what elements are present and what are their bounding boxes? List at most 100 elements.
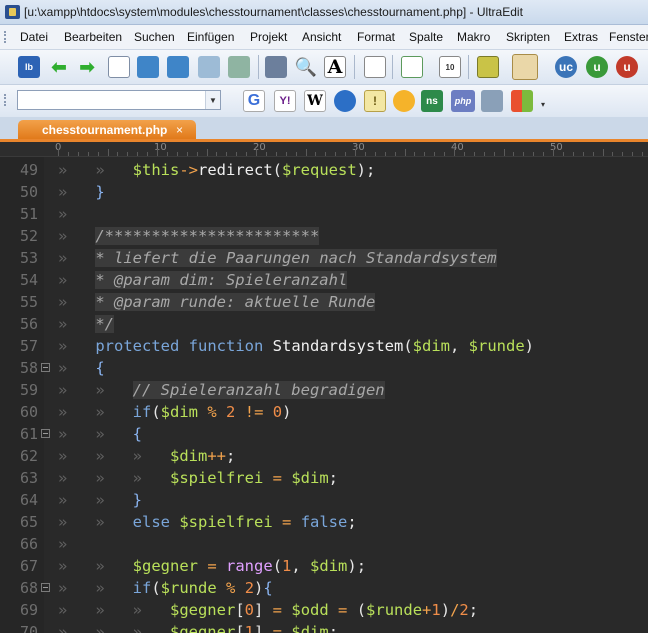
active-view-icon[interactable] <box>512 54 538 80</box>
line-number: 59 <box>19 381 38 399</box>
sun-icon[interactable] <box>393 90 415 112</box>
ruler-tick <box>503 149 505 156</box>
menu-makro[interactable]: Makro <box>457 30 490 44</box>
save-all-icon[interactable] <box>228 56 250 78</box>
google-icon[interactable]: G <box>243 90 265 112</box>
code-line[interactable]: 65 » » else $spielfrei = false; <box>0 511 648 533</box>
ruler-tick <box>295 152 297 156</box>
menu-grip-icon[interactable] <box>4 31 9 43</box>
code-line[interactable]: 66 » <box>0 533 648 555</box>
column-ruler: 0 10 20 30 40 50 <box>0 142 648 157</box>
ruler-tick <box>493 152 495 156</box>
ruler-tick <box>632 152 634 156</box>
code-line[interactable]: 55 » * @param runde: aktuelle Runde <box>0 291 648 313</box>
php-icon[interactable]: php <box>451 90 475 112</box>
code-line[interactable]: 58 » { <box>0 357 648 379</box>
code-line[interactable]: 60 » » if($dim % 2 != 0) <box>0 401 648 423</box>
code-line[interactable]: 70 » » » $gegner[1] = $dim; <box>0 621 648 633</box>
menu-spalte[interactable]: Spalte <box>409 30 443 44</box>
chevron-down-icon[interactable]: ▼ <box>205 91 220 109</box>
save-icon[interactable] <box>198 56 220 78</box>
fold-toggle-icon[interactable] <box>41 429 50 438</box>
tab-chesstournament[interactable]: chesstournament.php × <box>18 120 196 140</box>
yahoo-icon[interactable]: Y! <box>274 90 296 112</box>
code-text: » */ <box>58 315 114 333</box>
code-line[interactable]: 62 » » » $dim++; <box>0 445 648 467</box>
ns-icon[interactable]: ns <box>421 90 443 112</box>
uc-icon[interactable]: uc <box>555 56 577 78</box>
code-line[interactable]: 54 » * @param dim: Spieleranzahl <box>0 269 648 291</box>
fold-toggle-icon[interactable] <box>41 363 50 372</box>
code-text: » » $gegner = range(1, $dim); <box>58 557 367 575</box>
us-icon[interactable]: u <box>616 56 638 78</box>
code-text: » * @param dim: Spieleranzahl <box>58 271 348 289</box>
menu-format[interactable]: Format <box>357 30 395 44</box>
code-line[interactable]: 50 » } <box>0 181 648 203</box>
print-icon[interactable] <box>265 56 287 78</box>
code-line[interactable]: 53 » * liefert die Paarungen nach Standar… <box>0 247 648 269</box>
code-line[interactable]: 51 » <box>0 203 648 225</box>
info-icon[interactable]: ! <box>364 90 386 112</box>
close-icon[interactable]: × <box>176 123 183 137</box>
windows-icon[interactable] <box>511 90 533 112</box>
code-line[interactable]: 59 » » // Spieleranzahl begradigen <box>0 379 648 401</box>
code-line[interactable]: 52 » /*********************** <box>0 225 648 247</box>
code-line[interactable]: 67 » » $gegner = range(1, $dim); <box>0 555 648 577</box>
code-line[interactable]: 68 » » if($runde % 2){ <box>0 577 648 599</box>
menu-bearbeiten[interactable]: Bearbeiten <box>64 30 122 44</box>
dictionary-icon[interactable] <box>334 90 356 112</box>
ruler-tick <box>345 152 347 156</box>
code-line[interactable]: 56 » */ <box>0 313 648 335</box>
ruler-tick <box>196 152 198 156</box>
back-arrow-icon[interactable]: ⬅ <box>48 56 70 78</box>
code-line[interactable]: 69 » » » $gegner[0] = $odd = ($runde+1)/2… <box>0 599 648 621</box>
menu-projekt[interactable]: Projekt <box>250 30 287 44</box>
code-line[interactable]: 57 » protected function Standardsystem($d… <box>0 335 648 357</box>
list-icon[interactable] <box>401 56 423 78</box>
hex-edit-icon[interactable]: 10 <box>439 56 461 78</box>
font-icon[interactable]: A <box>324 56 346 78</box>
database-icon[interactable] <box>481 90 503 112</box>
menu-bar: Datei Bearbeiten Suchen Einfügen Projekt… <box>0 25 648 50</box>
menu-suchen[interactable]: Suchen <box>134 30 175 44</box>
menu-einfuegen[interactable]: Einfügen <box>187 30 234 44</box>
menu-fenster[interactable]: Fenster <box>609 30 648 44</box>
ruler-tick <box>246 152 248 156</box>
code-line[interactable]: 61 » » { <box>0 423 648 445</box>
print-preview-icon[interactable]: 🔍 <box>295 56 317 78</box>
ruler-tick <box>404 149 406 156</box>
code-text: » » » $gegner[0] = $odd = ($runde+1)/2; <box>58 601 479 619</box>
ruler-tick <box>206 149 208 156</box>
open-folder-2-icon[interactable] <box>167 56 189 78</box>
up-icon[interactable]: u <box>586 56 608 78</box>
ruler-tick <box>394 152 396 156</box>
code-line[interactable]: 64 » » } <box>0 489 648 511</box>
page-setup-icon[interactable]: Ib <box>18 56 40 78</box>
ruler-label: 40 <box>451 142 464 153</box>
fold-toggle-icon[interactable] <box>41 583 50 592</box>
ruler-tick <box>176 152 178 156</box>
line-number: 58 <box>19 359 38 377</box>
menu-ansicht[interactable]: Ansicht <box>302 30 341 44</box>
ultraedit-app-icon[interactable] <box>5 5 20 19</box>
column-mode-icon[interactable] <box>477 56 499 78</box>
menu-datei[interactable]: Datei <box>20 30 48 44</box>
new-file-icon[interactable] <box>108 56 130 78</box>
line-number: 56 <box>19 315 38 333</box>
code-line[interactable]: 63 » » » $spielfrei = $dim; <box>0 467 648 489</box>
line-number: 51 <box>19 205 38 223</box>
toolbar-overflow-icon[interactable]: ▾ <box>541 100 545 109</box>
word-wrap-icon[interactable] <box>364 56 386 78</box>
wikipedia-icon[interactable]: W <box>304 90 326 112</box>
toolbar-separator <box>354 55 355 79</box>
code-line[interactable]: 49 » » $this->redirect($request); <box>0 159 648 181</box>
search-combo[interactable]: ▼ <box>17 90 221 110</box>
open-folder-icon[interactable] <box>137 56 159 78</box>
code-text: » » // Spieleranzahl begradigen <box>58 381 385 399</box>
forward-arrow-icon[interactable]: ➡ <box>76 56 98 78</box>
toolbar-grip-icon[interactable] <box>4 94 9 106</box>
menu-extras[interactable]: Extras <box>564 30 598 44</box>
menu-skripten[interactable]: Skripten <box>506 30 550 44</box>
code-editor[interactable]: 0 10 20 30 40 50 49» » $this->redirect($reque… <box>0 142 648 633</box>
line-number: 54 <box>19 271 38 289</box>
